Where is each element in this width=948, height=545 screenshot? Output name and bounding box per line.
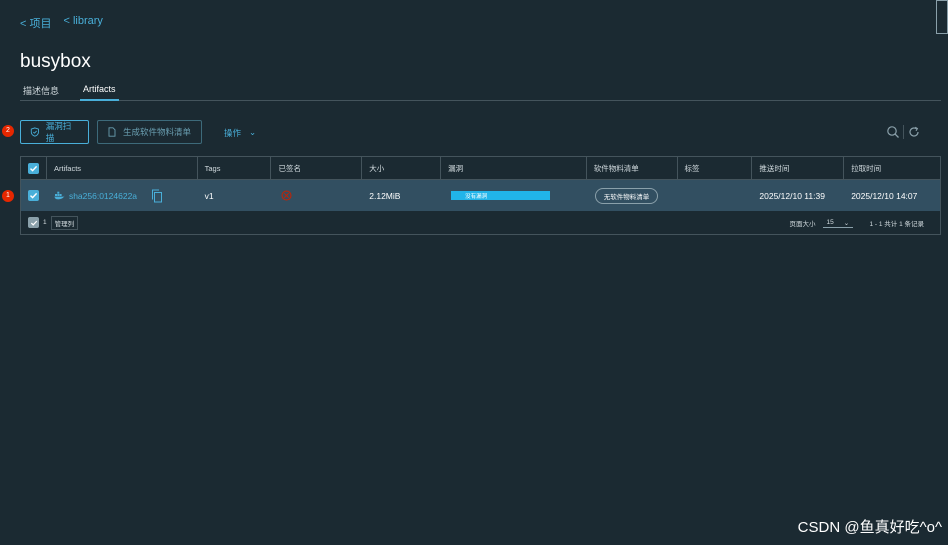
labels-cell bbox=[678, 180, 753, 211]
tab-artifacts[interactable]: Artifacts bbox=[80, 81, 119, 101]
footer-selection-checkbox[interactable] bbox=[28, 217, 39, 228]
header-tags[interactable]: Tags bbox=[198, 157, 272, 179]
select-all-checkbox[interactable] bbox=[28, 162, 39, 174]
generate-sbom-button[interactable]: 生成软件物料清单 bbox=[97, 120, 202, 144]
not-signed-icon bbox=[281, 190, 292, 201]
tags-cell: v1 bbox=[204, 190, 214, 201]
select-all-cell bbox=[21, 157, 47, 179]
chevron-down-icon: ⌄ bbox=[249, 127, 257, 137]
page-size-select[interactable]: 15 ⌄ bbox=[823, 218, 854, 228]
manage-columns-button[interactable]: 管理列 bbox=[50, 215, 79, 230]
refresh-icon[interactable] bbox=[907, 125, 921, 139]
sbom-cell: 无软件物料清单 bbox=[587, 180, 678, 211]
scan-button-label: 漏洞扫描 bbox=[45, 121, 72, 143]
pull-time-cell: 2025/12/10 14:07 bbox=[851, 190, 918, 201]
header-labels[interactable]: 标签 bbox=[678, 157, 753, 179]
artifacts-table: Artifacts Tags 已签名 大小 漏洞 软件物料清单 标签 推送时间 … bbox=[20, 156, 941, 235]
breadcrumb-projects-link[interactable]: < 项目 bbox=[20, 15, 51, 31]
vulnerability-status-bar[interactable]: 没有漏洞 bbox=[451, 191, 551, 200]
chevron-down-icon: ⌄ bbox=[843, 219, 850, 227]
header-vulnerabilities[interactable]: 漏洞 bbox=[441, 157, 587, 179]
sbom-button-label: 生成软件物料清单 bbox=[123, 127, 192, 137]
copy-icon[interactable] bbox=[151, 189, 163, 203]
artifact-cell: sha256:0124622a bbox=[47, 180, 198, 211]
artifact-digest-link[interactable]: sha256:0124622a bbox=[69, 191, 137, 201]
search-icon[interactable] bbox=[886, 125, 900, 139]
actions-dropdown[interactable]: 操作 ⌄ bbox=[224, 127, 256, 139]
tab-info[interactable]: 描述信息 bbox=[20, 81, 62, 101]
breadcrumb-library-link[interactable]: < library bbox=[63, 15, 102, 31]
toolbar: 漏洞扫描 生成软件物料清单 操作 ⌄ bbox=[20, 120, 941, 145]
page-title: busybox bbox=[20, 51, 91, 72]
actions-label: 操作 bbox=[224, 128, 242, 138]
header-pull-time[interactable]: 拉取时间 bbox=[844, 157, 940, 179]
table-footer: 1 管理列 页面大小 15 ⌄ 1 - 1 共计 1 条记录 bbox=[20, 211, 941, 235]
row-select-cell bbox=[21, 180, 47, 211]
pagination: 页面大小 15 ⌄ 1 - 1 共计 1 条记录 bbox=[789, 211, 924, 235]
pagination-summary: 1 - 1 共计 1 条记录 bbox=[869, 221, 924, 228]
corner-panel bbox=[936, 0, 948, 34]
watermark: CSDN @鱼真好吃^o^ bbox=[797, 519, 942, 536]
header-push-time[interactable]: 推送时间 bbox=[752, 157, 845, 179]
step-badge-1: 1 bbox=[2, 190, 14, 202]
document-icon bbox=[108, 127, 116, 137]
page-size-value: 15 bbox=[826, 218, 834, 226]
page-size-label: 页面大小 bbox=[789, 221, 816, 228]
table-header: Artifacts Tags 已签名 大小 漏洞 软件物料清单 标签 推送时间 … bbox=[20, 156, 941, 180]
breadcrumb: < 项目 < library bbox=[20, 15, 103, 31]
header-signed[interactable]: 已签名 bbox=[271, 157, 363, 179]
vulnerability-status-text: 没有漏洞 bbox=[465, 193, 488, 200]
tab-bar: 描述信息 Artifacts bbox=[20, 81, 941, 101]
sbom-status-badge: 无软件物料清单 bbox=[594, 187, 659, 204]
scan-vulnerability-button[interactable]: 漏洞扫描 bbox=[20, 120, 89, 144]
vulnerability-cell: 没有漏洞 bbox=[441, 180, 587, 211]
header-artifacts[interactable]: Artifacts bbox=[47, 157, 198, 179]
header-size[interactable]: 大小 bbox=[362, 157, 442, 179]
size-cell: 2.12MiB bbox=[369, 190, 401, 201]
table-row[interactable]: sha256:0124622a v1 2.12MiB 没有漏洞 无软件物料清单 … bbox=[20, 180, 941, 211]
signed-cell bbox=[271, 180, 362, 211]
header-sbom[interactable]: 软件物料清单 bbox=[587, 157, 678, 179]
row-checkbox[interactable] bbox=[28, 190, 39, 201]
shield-check-icon bbox=[30, 127, 39, 137]
step-badge-2: 2 bbox=[2, 125, 14, 137]
selected-count: 1 bbox=[43, 219, 47, 226]
toolbar-divider bbox=[903, 125, 904, 139]
push-time-cell: 2025/12/10 11:39 bbox=[759, 190, 825, 201]
docker-icon bbox=[54, 191, 65, 200]
